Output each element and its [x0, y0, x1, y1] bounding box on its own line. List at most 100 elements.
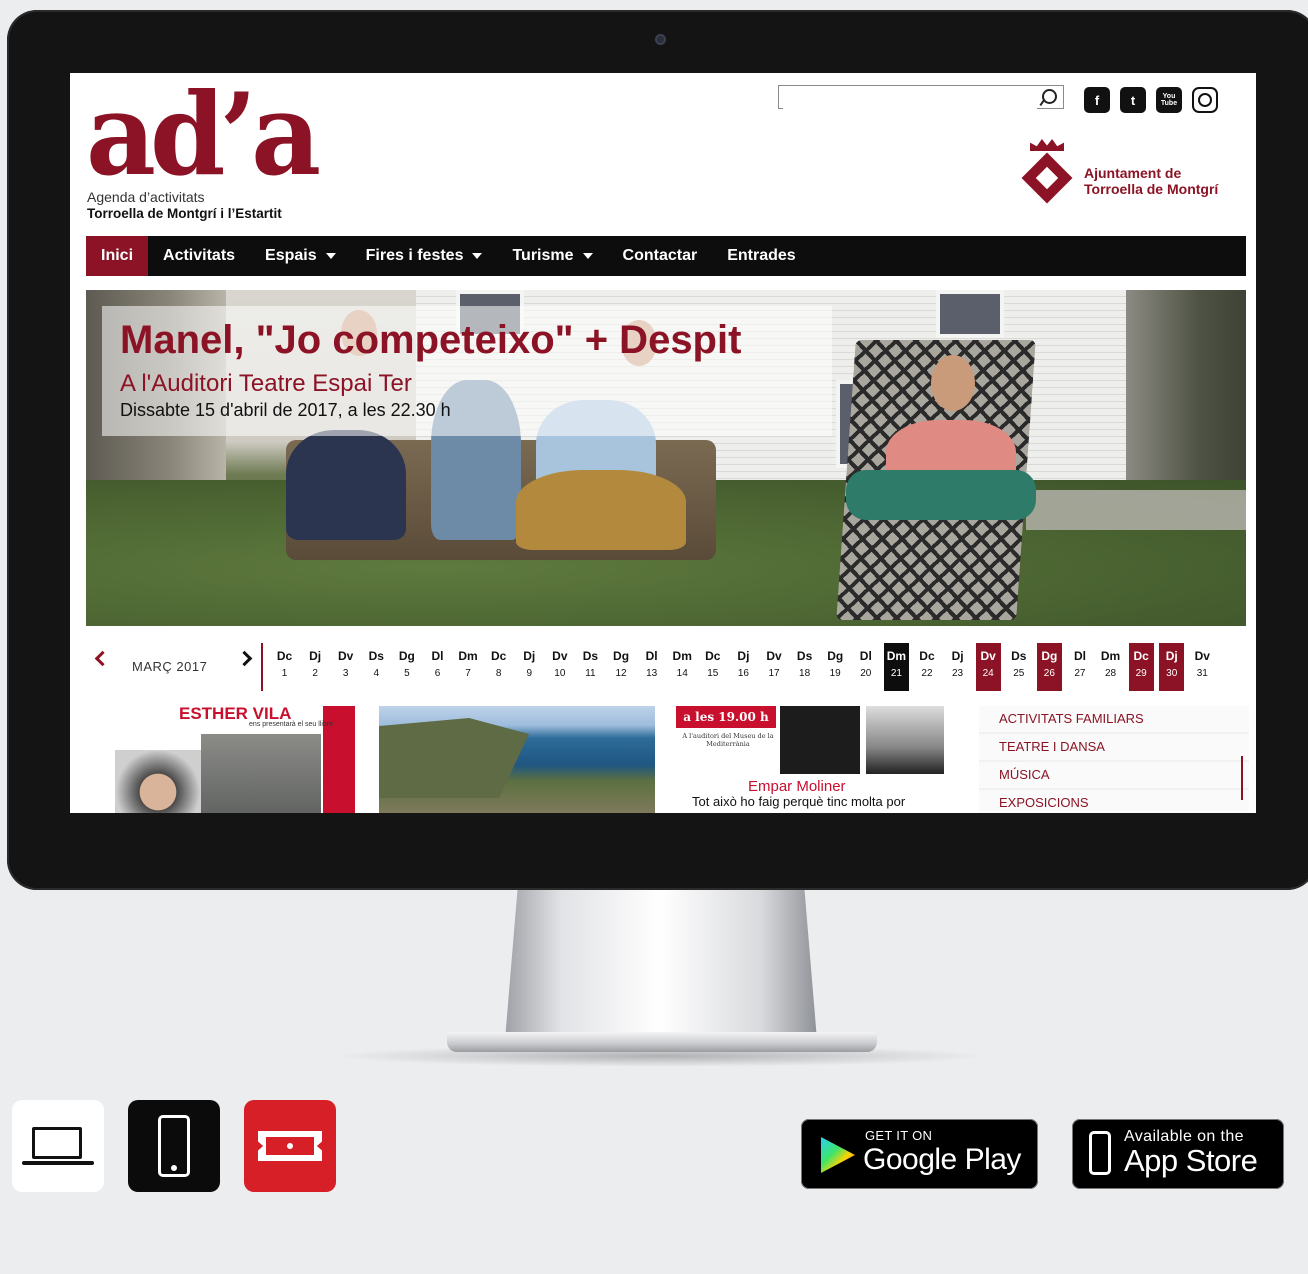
calendar-day-name: Dj [1165, 649, 1178, 663]
calendar-day-number: 7 [465, 668, 471, 679]
nav-label: Contactar [622, 247, 698, 264]
calendar-day[interactable]: Ds 25 [1006, 643, 1031, 691]
calendar-day[interactable]: Dm 21 [883, 643, 909, 691]
calendar-day[interactable]: Dj 23 [945, 643, 970, 691]
logo-mark: ad’a [86, 73, 321, 202]
calendar-day-number: 25 [1013, 668, 1025, 679]
logo-place: Torroella de Montgrí i l’Estartit [87, 206, 282, 221]
nav-inici[interactable]: Inici [86, 236, 149, 276]
calendar-day[interactable]: Dl 6 [425, 643, 450, 691]
calendar-day[interactable]: Dc 29 [1128, 643, 1154, 691]
category-activitats-familiars[interactable]: ACTIVITATS FAMILIARS [979, 706, 1249, 734]
calendar-day-name: Dc [276, 649, 293, 663]
calendar-day[interactable]: Dc 8 [486, 643, 511, 691]
category-exposicions[interactable]: EXPOSICIONS [979, 790, 1249, 813]
phone-home-button [171, 1165, 177, 1171]
calendar-day[interactable]: Dc 1 [272, 643, 297, 691]
calendar-day-name: Dg [827, 649, 844, 663]
phone-tile[interactable] [128, 1100, 220, 1192]
hero-slider[interactable]: Manel, "Jo competeixo" + Despit A l'Audi… [86, 290, 1246, 626]
calendar-day[interactable]: Ds 18 [792, 643, 817, 691]
hero-title[interactable]: Manel, "Jo competeixo" + Despit [120, 318, 741, 363]
event-card-landscape[interactable] [379, 706, 655, 813]
facebook-icon[interactable]: f [1084, 87, 1110, 113]
nav-label: Inici [101, 247, 134, 264]
calendar-day[interactable]: Dj 2 [303, 643, 328, 691]
site-logo[interactable]: ad’a Agenda d’activitats Torroella de Mo… [86, 73, 321, 221]
calendar-day-number: 31 [1196, 668, 1208, 679]
calendar-day-number: 28 [1104, 668, 1117, 679]
laptop-tile[interactable] [12, 1100, 104, 1192]
calendar-day[interactable]: Dj 9 [517, 643, 542, 691]
search-icon[interactable] [1042, 89, 1057, 104]
youtube-icon[interactable]: You Tube [1156, 87, 1182, 113]
ticket-tile[interactable] [244, 1100, 336, 1192]
calendar-day[interactable]: Dv 31 [1190, 643, 1215, 691]
calendar-day[interactable]: Dc 15 [700, 643, 725, 691]
calendar-day-name: Ds [796, 649, 813, 663]
category-musica[interactable]: MÚSICA [979, 762, 1249, 790]
calendar-day-number: 23 [952, 668, 964, 679]
nav-turisme[interactable]: Turisme [497, 236, 607, 276]
chevron-left-icon[interactable] [94, 653, 108, 667]
card-title: Empar Moliner [748, 778, 846, 795]
nav-entrades[interactable]: Entrades [712, 236, 810, 276]
instagram-icon[interactable] [1192, 87, 1218, 113]
calendar-day[interactable]: Dv 10 [547, 643, 572, 691]
calendar-day[interactable]: Dv 17 [762, 643, 787, 691]
calendar-day[interactable]: Dm 14 [670, 643, 695, 691]
calendar-day[interactable]: Dg 26 [1036, 643, 1062, 691]
event-card-empar-moliner[interactable]: a les 19.00 h A l'auditori del Museu de … [676, 706, 946, 813]
calendar-day[interactable]: Dl 27 [1067, 643, 1092, 691]
calendar-day-name: Dl [859, 649, 872, 663]
calendar-day[interactable]: Dl 13 [639, 643, 664, 691]
calendar-day[interactable]: Dl 20 [853, 643, 878, 691]
event-card-esther-vila[interactable]: ESTHER VILA ens presentarà el seu llibre [97, 706, 355, 813]
nav-label: Fires i festes [365, 247, 464, 264]
search-box[interactable] [778, 85, 1064, 109]
social-links: f t You Tube [1084, 87, 1218, 113]
calendar-day[interactable]: Dg 5 [394, 643, 419, 691]
nav-activitats[interactable]: Activitats [148, 236, 250, 276]
card-time-banner: a les 19.00 h [676, 706, 776, 728]
calendar-day-name: Dj [309, 649, 322, 663]
council-line1: Ajuntament de [1084, 165, 1182, 181]
calendar-day-name: Dv [338, 649, 354, 663]
calendar-day-name: Dj [737, 649, 750, 663]
calendar-day[interactable]: Ds 4 [364, 643, 389, 691]
nav-espais[interactable]: Espais [250, 236, 351, 276]
calendar-day-name: Dg [398, 649, 415, 663]
calendar-day-number: 30 [1166, 668, 1178, 679]
calendar-day-number: 18 [799, 668, 811, 679]
calendar-day[interactable]: Dj 16 [731, 643, 756, 691]
calendar-day-name: Dc [705, 649, 721, 663]
app-store-badge[interactable]: Available on the App Store [1072, 1119, 1284, 1189]
category-teatre-dansa[interactable]: TEATRE I DANSA [979, 734, 1249, 762]
calendar-day[interactable]: Ds 11 [578, 643, 603, 691]
nav-fires-festes[interactable]: Fires i festes [351, 236, 498, 276]
google-play-badge[interactable]: GET IT ON Google Play [801, 1119, 1038, 1189]
card-subtitle: ens presentarà el seu llibre [249, 721, 334, 728]
calendar-day-name: Ds [582, 649, 599, 663]
calendar-day[interactable]: Dc 22 [914, 643, 939, 691]
calendar-day[interactable]: Dg 19 [823, 643, 848, 691]
calendar-day[interactable]: Dv 24 [975, 643, 1001, 691]
search-input[interactable] [783, 87, 1037, 109]
calendar-day-number: 1 [281, 668, 288, 679]
calendar-day[interactable]: Dg 12 [609, 643, 634, 691]
hero-head [931, 355, 975, 411]
calendar-day[interactable]: Dm 7 [456, 643, 481, 691]
calendar-day-name: Dm [672, 649, 692, 663]
app-store-label: App Store [1124, 1143, 1258, 1178]
twitter-icon[interactable]: t [1120, 87, 1146, 113]
nav-contactar[interactable]: Contactar [608, 236, 713, 276]
hero-person [846, 470, 1036, 520]
council-logo[interactable]: Ajuntament de Torroella de Montgrí [1021, 135, 1252, 207]
calendar-day[interactable]: Dj 30 [1159, 643, 1185, 691]
scrollbar[interactable] [1241, 756, 1243, 800]
calendar-day-number: 29 [1135, 668, 1147, 679]
laptop-base [22, 1161, 94, 1165]
chevron-right-icon[interactable] [236, 653, 250, 667]
calendar-day[interactable]: Dm 28 [1098, 643, 1123, 691]
calendar-day[interactable]: Dv 3 [333, 643, 358, 691]
